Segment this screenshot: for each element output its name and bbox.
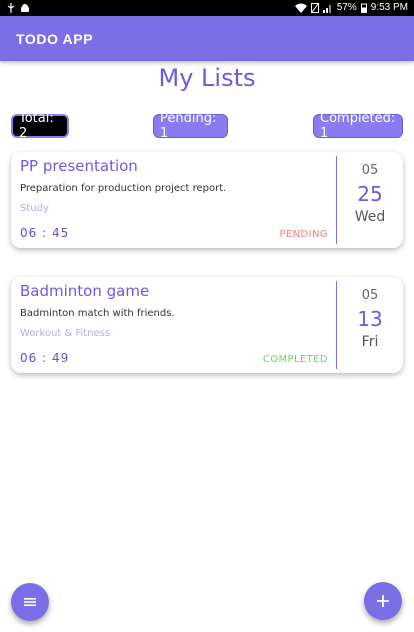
- signal-icon: [322, 5, 331, 13]
- task-time: 06 : 49: [20, 351, 70, 365]
- add-icon: [377, 595, 389, 607]
- app-bar: TODO APP: [0, 16, 414, 61]
- battery-icon: [360, 3, 367, 13]
- task-details: Badminton game Badminton match with frie…: [11, 277, 336, 373]
- task-weekday: Wed: [354, 209, 386, 225]
- task-day: 25: [357, 182, 383, 206]
- task-description: Preparation for production project repor…: [20, 183, 227, 194]
- task-status: COMPLETED: [262, 354, 328, 365]
- no-sim-icon: [310, 3, 319, 13]
- task-title: Badminton game: [20, 282, 150, 300]
- task-weekday: Fri: [361, 334, 379, 350]
- task-card[interactable]: PP presentation Preparation for producti…: [11, 152, 403, 248]
- task-description: Badminton match with friends.: [20, 308, 175, 319]
- task-card[interactable]: Badminton game Badminton match with frie…: [11, 277, 403, 373]
- menu-icon: [24, 598, 36, 606]
- task-month: 05: [361, 163, 379, 178]
- task-status: PENDING: [279, 229, 328, 240]
- status-bar: 57% 9:53 PM: [0, 0, 414, 16]
- completed-count-chip[interactable]: Completed: 1: [313, 111, 403, 141]
- task-category: Study: [20, 203, 49, 214]
- usb-icon: [7, 3, 15, 13]
- task-title: PP presentation: [20, 157, 138, 175]
- wifi-icon: [294, 3, 307, 13]
- menu-button[interactable]: [11, 583, 49, 621]
- battery-percent: 57%: [336, 2, 357, 13]
- task-time: 06 : 45: [20, 226, 70, 240]
- total-count-chip[interactable]: Total: 2: [11, 111, 69, 141]
- add-task-button[interactable]: [364, 582, 402, 620]
- android-icon: [21, 4, 29, 12]
- task-category: Workout & Fitness: [20, 328, 111, 339]
- task-day: 13: [357, 307, 383, 331]
- task-details: PP presentation Preparation for producti…: [11, 152, 336, 248]
- page-title: My Lists: [158, 64, 256, 92]
- task-date: 05 25 Wed: [337, 152, 403, 248]
- task-date: 05 13 Fri: [337, 277, 403, 373]
- app-title: TODO APP: [16, 30, 94, 47]
- clock: 9:53 PM: [370, 2, 408, 13]
- pending-count-chip[interactable]: Pending: 1: [153, 111, 228, 141]
- task-month: 05: [361, 288, 379, 303]
